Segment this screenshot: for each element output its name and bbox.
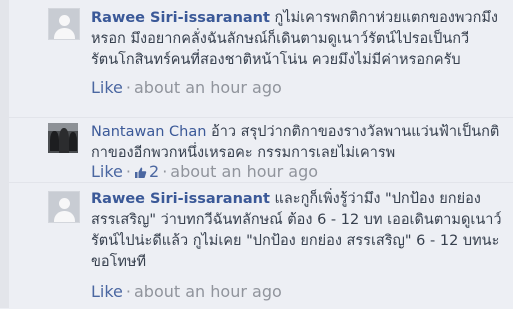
comment-author-link[interactable]: Rawee Siri-issaranant	[91, 191, 270, 207]
comment-meta: Like · 2 · about an hour ago	[91, 162, 318, 184]
comment-meta: Like · about an hour ago	[91, 282, 282, 302]
comment-text-block: Nantawan Chan อ้าว สรุปว่ากติกาของรางวัล…	[91, 122, 509, 164]
comment-text-block: Rawee Siri-issaranant และกูก็เพิ่งรู้ว่า…	[91, 189, 509, 273]
thumbs-up-icon[interactable]	[134, 164, 147, 184]
default-profile-icon[interactable]	[48, 191, 80, 223]
comment-item: Rawee Siri-issaranant และกูก็เพิ่งรู้ว่า…	[9, 182, 513, 309]
left-edge-stripe	[0, 0, 9, 308]
comment-timestamp[interactable]: about an hour ago	[134, 78, 282, 97]
comment-item: Rawee Siri-issaranant กูไม่เคารพกติกาห่ว…	[9, 0, 513, 117]
profile-photo-icon[interactable]	[48, 123, 78, 153]
meta-separator: ·	[162, 162, 168, 181]
default-profile-icon[interactable]	[48, 8, 80, 40]
comment-timestamp[interactable]: about an hour ago	[134, 282, 282, 301]
meta-separator: ·	[125, 282, 131, 301]
comment-author-link[interactable]: Rawee Siri-issaranant	[91, 10, 270, 26]
like-link[interactable]: Like	[91, 78, 123, 97]
meta-separator: ·	[125, 78, 131, 97]
comment-item: Nantawan Chan อ้าว สรุปว่ากติกาของรางวัล…	[9, 117, 513, 182]
like-link[interactable]: Like	[91, 162, 123, 181]
meta-separator: ·	[125, 162, 131, 181]
comment-timestamp[interactable]: about an hour ago	[170, 162, 318, 181]
comment-meta: Like · about an hour ago	[91, 78, 282, 98]
comment-author-link[interactable]: Nantawan Chan	[91, 124, 206, 140]
comment-text-block: Rawee Siri-issaranant กูไม่เคารพกติกาห่ว…	[91, 8, 509, 71]
like-count[interactable]: 2	[149, 162, 159, 181]
like-link[interactable]: Like	[91, 282, 123, 301]
comment-list: Rawee Siri-issaranant กูไม่เคารพกติกาห่ว…	[9, 0, 513, 309]
